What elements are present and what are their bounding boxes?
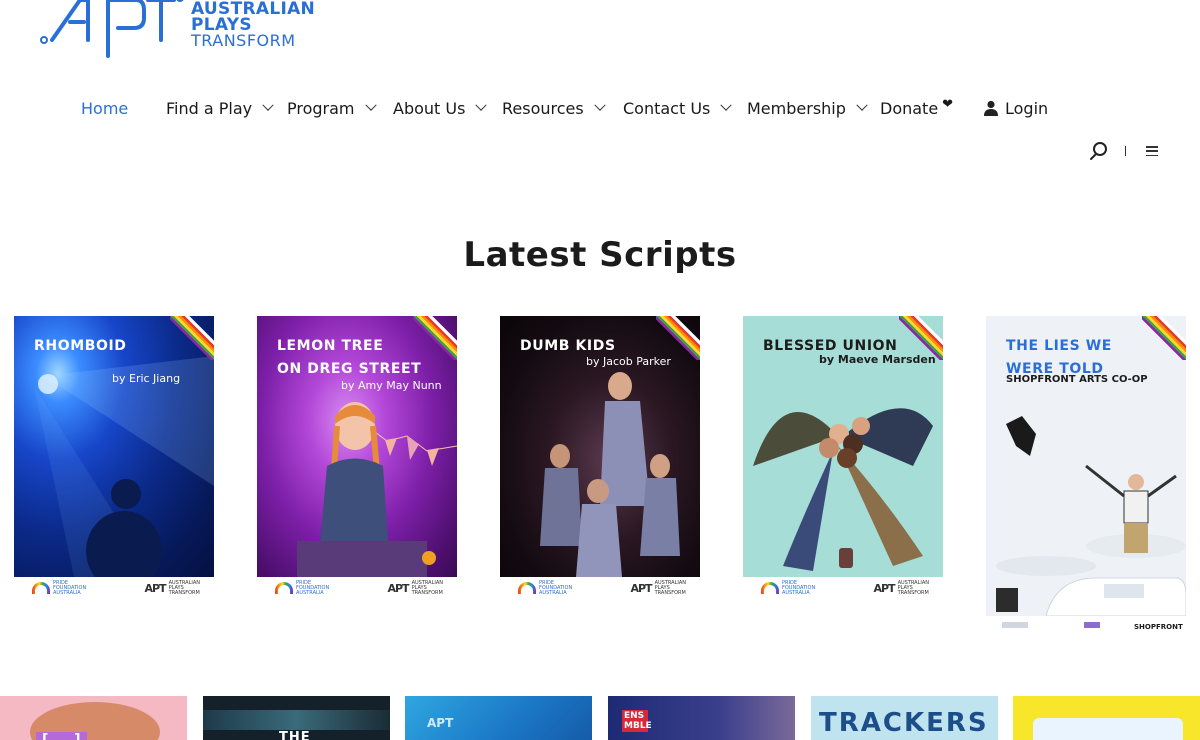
site-logo[interactable]: AUSTRALIAN PLAYS TRANSFORM: [40, 0, 315, 60]
script-byline: SHOPFRONT ARTS CO-OP: [1006, 374, 1148, 385]
script-title: RHOMBOID: [34, 335, 127, 358]
pride-foundation-logo: PRIDE FOUNDATION AUSTRALIA: [275, 580, 329, 596]
chevron-down-icon: [594, 99, 606, 111]
script-card-the-lies-we-were-told[interactable]: SHOPFRONT THE LIES WE WERE TOLD SHOPFRON…: [986, 316, 1186, 634]
nav-resources[interactable]: Resources: [502, 96, 623, 120]
tile-label: [ ... ]: [36, 732, 87, 740]
apt-footer-logo: APT AUSTRALIAN PLAYS TRANSFORM: [630, 579, 686, 596]
pride-foundation-logo: PRIDE FOUNDATION AUSTRALIA: [518, 580, 572, 596]
apt-logo-mark: [40, 0, 184, 58]
script-card-lemon-tree[interactable]: LEMON TREE ON DREG STREET by Amy May Nun…: [257, 316, 457, 599]
tile-art: APT: [427, 716, 454, 730]
nav-login[interactable]: Login: [984, 96, 1048, 120]
tile-label: ENS MBLE: [622, 710, 652, 732]
nav-membership[interactable]: Membership: [747, 96, 880, 120]
script-title-line: THE LIES WE: [1006, 338, 1112, 354]
nav-label: Home: [81, 98, 129, 118]
apt-footer-logo: APT AUSTRALIAN PLAYS TRANSFORM: [873, 579, 929, 596]
script-byline: by Eric Jiang: [112, 372, 181, 385]
script-title-line: ON DREG STREET: [277, 361, 422, 377]
script-card-blessed-union[interactable]: BLESSED UNION by Maeve Marsden PRIDE FOUN…: [743, 316, 943, 599]
person-icon: [984, 100, 998, 116]
pride-ribbon: [170, 316, 214, 360]
tile-art: [203, 710, 390, 730]
nav-label: Membership: [747, 98, 846, 118]
tile-art: [1033, 718, 1183, 740]
main-navigation: Home Find a Play Program About Us Resour…: [81, 96, 1048, 120]
card-footer-logos: PRIDE FOUNDATION AUSTRALIA APT AUSTRALIAN P…: [257, 577, 457, 599]
script-card-rhomboid[interactable]: RHOMBOID by Eric Jiang PRIDE FOUNDATION AU…: [14, 316, 214, 599]
pride-foundation-logo: PRIDE FOUNDATION AUSTRALIA: [32, 580, 86, 596]
card-footer-logos: PRIDE FOUNDATION AUSTRALIA APT AUSTRALIAN P…: [500, 577, 700, 599]
utility-divider: [1125, 146, 1126, 156]
nav-contact-us[interactable]: Contact Us: [623, 96, 747, 120]
nav-label: About Us: [393, 98, 466, 118]
logo-wordmark: AUSTRALIAN PLAYS TRANSFORM: [191, 1, 315, 49]
svg-text:SHOPFRONT: SHOPFRONT: [1134, 623, 1183, 631]
chevron-down-icon: [720, 99, 733, 111]
nav-home[interactable]: Home: [81, 96, 166, 120]
chevron-down-icon: [856, 99, 868, 111]
card-footer-logos: PRIDE FOUNDATION AUSTRALIA APT AUSTRALIAN P…: [14, 577, 214, 599]
nav-label: Donate: [880, 98, 939, 118]
tile-label: THE: [279, 730, 311, 740]
chevron-down-icon: [262, 99, 274, 111]
nav-label: Contact Us: [623, 98, 711, 118]
script-byline: by Jacob Parker: [586, 355, 671, 368]
script-tile[interactable]: TRACKERS: [811, 696, 998, 740]
script-byline: by Maeve Marsden: [819, 353, 936, 366]
script-card-dumb-kids[interactable]: DUMB KIDS by Jacob Parker PRIDE FOUNDATIO…: [500, 316, 700, 599]
script-title: LEMON TREE ON DREG STREET: [277, 335, 421, 381]
script-tile[interactable]: THE: [203, 696, 390, 740]
apt-footer-logo: APT AUSTRALIAN PLAYS TRANSFORM: [144, 579, 200, 596]
script-title-line: LEMON TREE: [277, 338, 384, 354]
script-byline: by Amy May Nunn: [341, 379, 442, 392]
nav-program[interactable]: Program: [287, 96, 393, 120]
script-tile[interactable]: ENS MBLE: [608, 696, 795, 740]
pride-foundation-logo: PRIDE FOUNDATION AUSTRALIA: [761, 580, 815, 596]
section-title: Latest Scripts: [463, 235, 737, 275]
script-tile[interactable]: [ ... ]: [0, 696, 187, 740]
script-title-line: RHOMBOID: [34, 338, 127, 354]
tile-label: TRACKERS: [819, 708, 989, 738]
chevron-down-icon: [475, 99, 488, 111]
nav-about-us[interactable]: About Us: [393, 96, 502, 120]
nav-label: Resources: [502, 98, 584, 118]
nav-find-a-play[interactable]: Find a Play: [166, 96, 287, 120]
search-icon[interactable]: [1089, 141, 1109, 161]
card-footer-logos: PRIDE FOUNDATION AUSTRALIA APT AUSTRALIAN P…: [743, 577, 943, 599]
chevron-down-icon: [364, 99, 377, 111]
nav-label: Program: [287, 98, 355, 118]
apt-footer-logo: APT AUSTRALIAN PLAYS TRANSFORM: [387, 579, 443, 596]
script-tile[interactable]: [1013, 696, 1200, 740]
hamburger-icon[interactable]: [1146, 146, 1158, 156]
logo-line-3: TRANSFORM: [191, 31, 296, 50]
heart-icon: ❤: [942, 96, 954, 112]
pride-ribbon: [656, 316, 700, 360]
header-utilities: [1089, 141, 1158, 161]
nav-donate[interactable]: Donate ❤: [880, 96, 984, 120]
pride-ribbon: [1142, 316, 1186, 360]
nav-label: Login: [1005, 98, 1049, 118]
script-tile[interactable]: APT: [405, 696, 592, 740]
nav-label: Find a Play: [166, 98, 253, 118]
